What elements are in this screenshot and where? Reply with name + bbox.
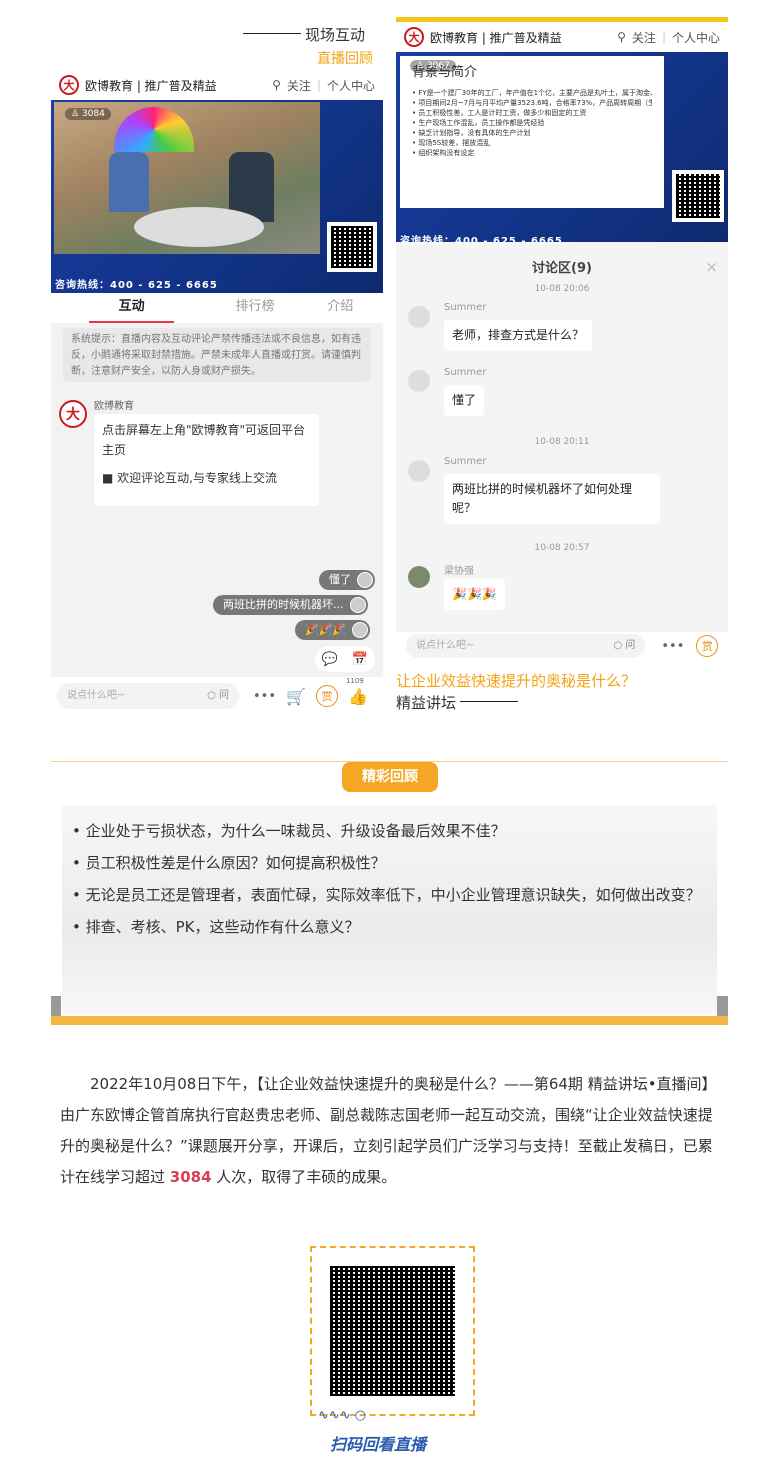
comment-pill: 懂了 bbox=[319, 570, 375, 590]
more-icon[interactable]: ••• bbox=[661, 639, 684, 654]
brand-logo[interactable]: 大 bbox=[404, 27, 424, 47]
qa-item: • 无论是员工还是管理者，表面忙碌，实际效率低下，中小企业管理意识缺失，如何做出… bbox=[72, 886, 701, 904]
qa-item: • 员工积极性差是什么原因？如何提高积极性？ bbox=[72, 854, 386, 872]
discussion-title: 讨论区(9) bbox=[532, 261, 592, 276]
comment-bubble: 老师，排查方式是什么？ bbox=[444, 320, 593, 351]
app-header: 大 欧博教育 | 推广普及精益 ⚲ 关注 | 个人中心 bbox=[396, 22, 728, 52]
slide-bullet: • 项目期间2月~7月与月平均产量3523.6吨，合格率73%，产品周转周期（生… bbox=[412, 99, 652, 107]
slide-bullet: • 现场5S较差，摆放混乱 bbox=[412, 139, 491, 147]
close-icon[interactable]: × bbox=[705, 258, 718, 276]
timestamp: 10-08 20:11 bbox=[534, 437, 590, 447]
qa-item: • 企业处于亏损状态，为什么一味裁员、升级设备最后效果不佳？ bbox=[72, 822, 506, 840]
presentation-slide: 背景与简介 • FY是一个建厂30年的工厂，年产值在1个亿，主要产品是丸叶土，属… bbox=[400, 56, 664, 208]
comment-bubble: 懂了 bbox=[444, 385, 485, 416]
qr-frame bbox=[310, 1246, 475, 1416]
section-caption: 现场互动 bbox=[243, 24, 365, 45]
app-title: 欧博教育 | 推广普及精益 bbox=[85, 78, 217, 93]
message-bubble: 点击屏幕左上角"欧博教育"可返回平台主页 ■ 欢迎评论互动,与专家线上交流 bbox=[94, 414, 319, 506]
cart-icon[interactable]: 🛒 bbox=[286, 687, 306, 706]
message-line-1: 点击屏幕左上角"欧博教育"可返回平台主页 bbox=[102, 423, 306, 457]
profile-link[interactable]: 个人中心 bbox=[327, 77, 375, 94]
tab-ranking[interactable]: 排行榜 bbox=[212, 293, 297, 323]
floating-actions: 💬 📅 bbox=[315, 646, 375, 672]
tab-intro[interactable]: 介绍 bbox=[298, 293, 383, 323]
right-phone-screenshot: 大 欧博教育 | 推广普及精益 ⚲ 关注 | 个人中心 背景与简介 • FY是一个建厂… bbox=[396, 22, 728, 660]
hotline-text: 咨询热线：400 - 625 - 6665 bbox=[55, 280, 218, 291]
qa-list: • 企业处于亏损状态，为什么一味裁员、升级设备最后效果不佳？ • 员工积极性差是… bbox=[62, 805, 717, 1015]
user-avatar bbox=[408, 370, 430, 392]
qa-item: • 排查、考核、PK，这些动作有什么意义？ bbox=[72, 918, 360, 936]
profile-link[interactable]: 个人中心 bbox=[672, 29, 720, 46]
slide-bullet: • 组织架构没有设定 bbox=[412, 149, 475, 157]
table bbox=[134, 207, 264, 247]
slide-bullet: • 生产现场工作混乱，员工操作都是凭经验 bbox=[412, 119, 545, 127]
comment-input[interactable]: 说点什么吧~ ○ 问 bbox=[406, 634, 646, 658]
comment-bubble: 两班比拼的时候机器坏了如何处理呢？ bbox=[444, 474, 660, 524]
frame-corner bbox=[51, 996, 61, 1016]
wave-decoration: ∿∿∿ ○ bbox=[318, 1408, 367, 1423]
viewer-count: ♙ 3067 bbox=[410, 60, 456, 72]
hotline-text: 咨询热线：400 - 625 - 6665 bbox=[400, 236, 563, 247]
section-subcaption: 直播回顾 bbox=[317, 51, 373, 67]
rainbow-decoration bbox=[114, 107, 194, 152]
review-banner: 精彩回顾 bbox=[342, 762, 438, 792]
app-title: 欧博教育 | 推广普及精益 bbox=[430, 30, 562, 45]
like-icon: 👍 bbox=[347, 686, 368, 706]
user-name: 梁协强 bbox=[444, 566, 474, 577]
sender-name: 欧博教育 bbox=[94, 401, 134, 412]
video-frame bbox=[54, 102, 320, 254]
user-avatar bbox=[408, 306, 430, 328]
section-caption: 精益讲坛 bbox=[396, 692, 522, 713]
more-icon[interactable]: ••• bbox=[253, 689, 276, 704]
summary-paragraph: 2022年10月08日下午，【让企业效益快速提升的奥秘是什么？——第64期 精益… bbox=[60, 1075, 717, 1186]
slide-bullet: • 员工积极性差，工人是计时工资，做多少和固定的工资 bbox=[412, 109, 587, 117]
session-title: 让企业效益快速提升的奥秘是什么？ bbox=[396, 672, 637, 690]
user-name: Summer bbox=[444, 302, 487, 313]
speaker-left bbox=[109, 152, 149, 212]
qr-code bbox=[672, 170, 724, 222]
comment-pill: 🎉🎉🎉 bbox=[295, 620, 371, 640]
live-video[interactable]: 背景与简介 • FY是一个建厂30年的工厂，年产值在1个亿，主要产品是丸叶土，属… bbox=[396, 52, 728, 247]
sender-avatar[interactable]: 大 bbox=[59, 400, 87, 428]
accent-bar bbox=[51, 1016, 728, 1025]
calendar-icon[interactable]: 📅 bbox=[352, 652, 368, 667]
reward-button[interactable]: 赏 bbox=[315, 685, 338, 707]
tab-interact[interactable]: 互动 bbox=[89, 293, 175, 323]
viewer-total: 3084 bbox=[169, 1168, 212, 1186]
brand-logo[interactable]: 大 bbox=[59, 75, 79, 95]
tab-bar: 互动 排行榜 介绍 bbox=[51, 293, 383, 323]
follow-button[interactable]: 关注 bbox=[287, 77, 311, 94]
user-avatar bbox=[408, 460, 430, 482]
search-icon[interactable]: ⚲ bbox=[617, 30, 626, 44]
input-bar: 说点什么吧~ ○ 问 ••• 🛒 赏 👍 1109 bbox=[51, 677, 383, 715]
search-icon[interactable]: ⚲ bbox=[272, 78, 281, 92]
message-line-2: ■ 欢迎评论互动,与专家线上交流 bbox=[102, 471, 277, 485]
comment-bubble: 🎉🎉🎉 bbox=[444, 579, 505, 610]
user-name: Summer bbox=[444, 367, 487, 378]
user-name: Summer bbox=[444, 456, 487, 467]
timestamp: 10-08 20:57 bbox=[534, 543, 590, 553]
qr-caption: 扫码回看直播 bbox=[330, 1435, 427, 1454]
slide-bullets: • FY是一个建厂30年的工厂，年产值在1个亿，主要产品是丸叶土，属于淘金、采用… bbox=[412, 88, 652, 158]
follow-button[interactable]: 关注 bbox=[632, 29, 656, 46]
slide-bullet: • FY是一个建厂30年的工厂，年产值在1个亿，主要产品是丸叶土，属于淘金、采用… bbox=[412, 89, 652, 97]
left-phone-screenshot: 大 欧博教育 | 推广普及精益 ⚲ 关注 | 个人中心 ♙ 3084 咨询热线：400… bbox=[51, 70, 383, 715]
live-video[interactable]: ♙ 3084 咨询热线：400 - 625 - 6665 bbox=[51, 100, 383, 293]
qr-code[interactable] bbox=[326, 1262, 459, 1400]
comment-input[interactable]: 说点什么吧~ ○ 问 bbox=[57, 683, 239, 709]
frame-corner bbox=[717, 996, 728, 1016]
timestamp: 10-08 20:06 bbox=[534, 284, 590, 294]
like-count: 1109 bbox=[345, 676, 364, 685]
viewer-count: ♙ 3084 bbox=[65, 108, 111, 120]
comment-pill: 两班比拼的时候机器坏... bbox=[213, 595, 368, 615]
like-button[interactable]: 👍 1109 bbox=[346, 677, 368, 706]
user-avatar bbox=[408, 566, 430, 588]
app-header: 大 欧博教育 | 推广普及精益 ⚲ 关注 | 个人中心 bbox=[51, 70, 383, 100]
system-notice: 系统提示：直播内容及互动评论严禁传播违法或不良信息，如有违反，小鹅通将采取封禁措… bbox=[63, 328, 371, 382]
slide-bullet: • 缺乏计划指导，没有具体的生产计划 bbox=[412, 129, 531, 137]
input-bar: 说点什么吧~ ○ 问 ••• 赏 bbox=[396, 632, 728, 660]
reward-button[interactable]: 赏 bbox=[696, 635, 718, 657]
chat-icon[interactable]: 💬 bbox=[322, 652, 338, 667]
qr-code bbox=[327, 222, 377, 272]
